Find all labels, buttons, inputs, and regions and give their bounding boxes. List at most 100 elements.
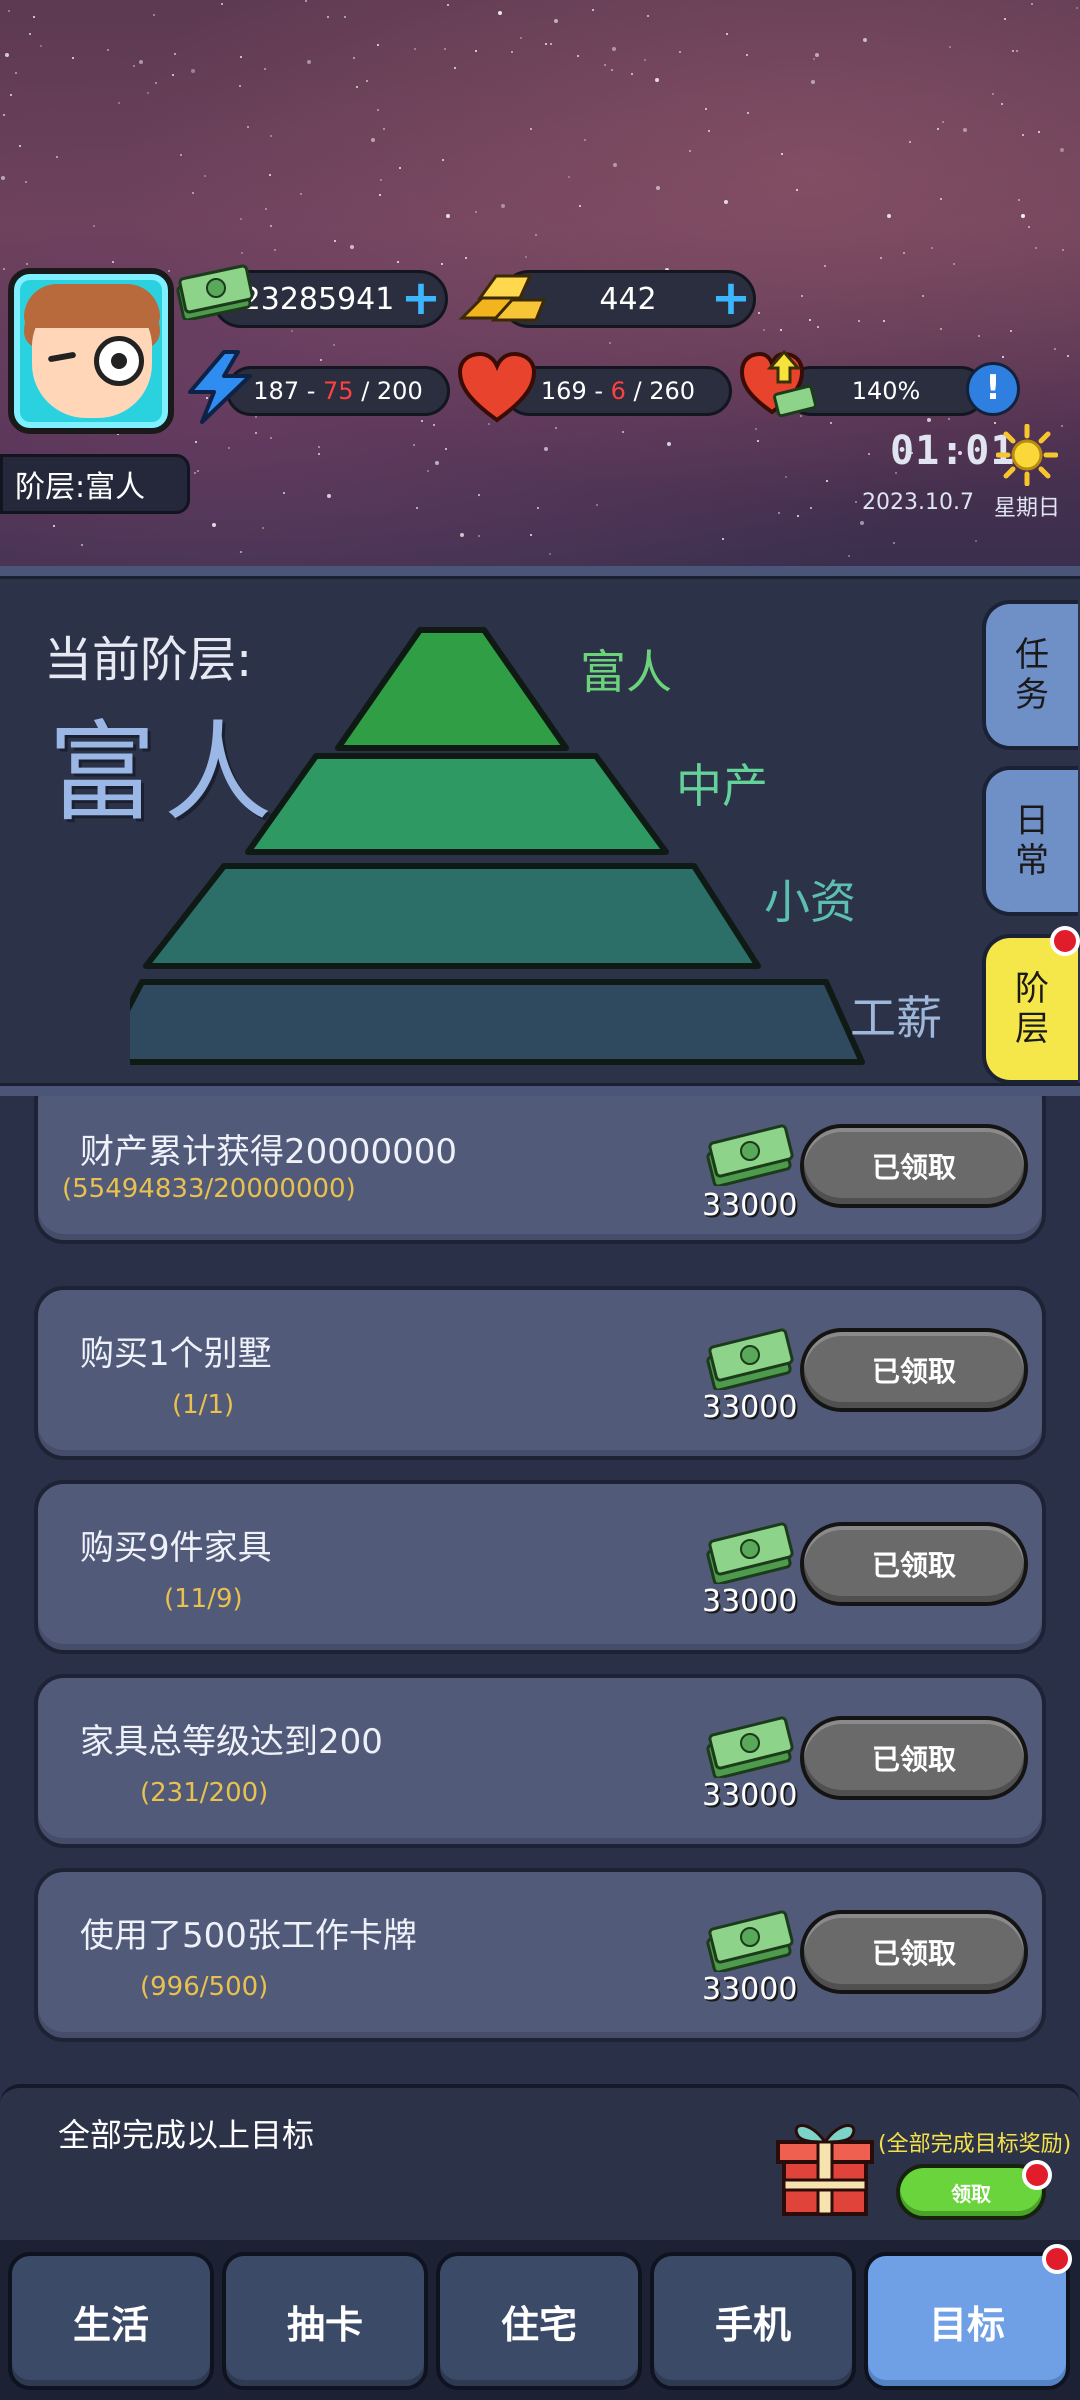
claimed-button[interactable]: 已领取 [800, 1328, 1028, 1412]
star [903, 252, 905, 254]
star [191, 69, 195, 73]
pyramid-tier-petty [143, 863, 761, 969]
nav-tab-phone[interactable]: 手机 [650, 2252, 856, 2390]
star [781, 153, 783, 155]
star [927, 418, 931, 422]
star [978, 335, 980, 337]
nav-tab-house[interactable]: 住宅 [436, 2252, 642, 2390]
reward-amount: 33000 [702, 1390, 798, 1425]
star [153, 14, 155, 16]
pyramid-tier-worker [130, 979, 865, 1065]
info-button[interactable]: ! [966, 362, 1020, 416]
star [1038, 131, 1040, 133]
star [147, 92, 149, 94]
star [535, 234, 537, 236]
nav-tab-life[interactable]: 生活 [8, 2252, 214, 2390]
star [942, 121, 944, 123]
star [133, 65, 135, 67]
add-cash-button[interactable]: + [398, 274, 444, 322]
health-slash: / [625, 377, 650, 405]
star [656, 186, 660, 190]
star [228, 447, 230, 449]
star [813, 58, 815, 60]
star [25, 181, 27, 183]
avatar-bangs [24, 284, 160, 328]
star [139, 60, 143, 64]
nav-tab-gacha[interactable]: 抽卡 [222, 2252, 428, 2390]
star [221, 3, 223, 5]
star [830, 422, 832, 424]
star [265, 208, 267, 210]
side-tab-class[interactable]: 阶层 [982, 934, 1078, 1084]
star [40, 45, 42, 47]
star [26, 263, 28, 265]
energy-display: 187 - 75 / 200 [226, 366, 450, 416]
star [868, 453, 870, 455]
goal-card: 购买9件家具 (11/9) 33000 已领取 [34, 1480, 1046, 1654]
star [1060, 148, 1064, 152]
star [555, 427, 557, 429]
rank-tag: 阶层:富人 [0, 454, 190, 514]
goal-progress: (11/9) [164, 1584, 243, 1614]
star [797, 515, 799, 517]
star [446, 214, 450, 218]
star [858, 320, 860, 322]
star [442, 159, 444, 161]
nav-tab-goals[interactable]: 目标 [864, 2252, 1070, 2390]
star [239, 85, 241, 87]
goal-card: 财产累计获得20000000 (55494833/20000000) 33000… [34, 1096, 1046, 1244]
star [949, 46, 951, 48]
goal-card: 使用了500张工作卡牌 (996/500) 33000 已领取 [34, 1868, 1046, 2042]
star [940, 328, 942, 330]
mood-boost-icon [739, 349, 817, 418]
add-gold-button[interactable]: + [708, 274, 754, 322]
star [53, 525, 55, 527]
star [262, 527, 264, 529]
star [1021, 214, 1025, 218]
star [708, 130, 710, 132]
goal-card: 家具总等级达到200 (231/200) 33000 已领取 [34, 1674, 1046, 1848]
star [520, 37, 522, 39]
claimed-button[interactable]: 已领取 [800, 1716, 1028, 1800]
star [1062, 249, 1064, 251]
star [612, 47, 616, 51]
side-tab-char: 层 [1015, 1009, 1049, 1049]
goal-title: 财产累计获得20000000 [80, 1132, 458, 1172]
cash-reward-icon [706, 1124, 794, 1186]
star [240, 218, 242, 220]
star [192, 192, 194, 194]
star [705, 108, 707, 110]
goal-list[interactable]: 财产累计获得20000000 (55494833/20000000) 33000… [0, 1096, 1080, 2086]
claimed-button[interactable]: 已领取 [800, 1910, 1028, 1994]
claimed-button[interactable]: 已领取 [800, 1522, 1028, 1606]
complete-all-title: 全部完成以上目标 [58, 2116, 315, 2154]
star [270, 225, 272, 227]
bottom-navigation: 生活 抽卡 住宅 手机 目标 [0, 2240, 1080, 2400]
star [240, 56, 242, 58]
star [435, 461, 439, 465]
sun-icon [996, 424, 1058, 486]
side-tab-tasks[interactable]: 任务 [982, 600, 1078, 750]
star [1076, 7, 1078, 9]
gift-box-icon [776, 2124, 874, 2216]
game-weekday: 星期日 [994, 496, 1061, 521]
star [755, 428, 757, 430]
star [545, 43, 547, 45]
star [433, 424, 435, 426]
star [204, 175, 206, 177]
star [554, 19, 558, 23]
star [937, 128, 939, 130]
player-avatar[interactable] [8, 268, 174, 434]
claimed-button[interactable]: 已领取 [800, 1124, 1028, 1208]
star [948, 418, 950, 420]
star [350, 245, 354, 249]
side-tab-daily[interactable]: 日常 [982, 766, 1078, 916]
star [270, 135, 272, 137]
star [963, 128, 967, 132]
cash-reward-icon [706, 1522, 794, 1584]
star [757, 440, 759, 442]
energy-slash: / [353, 377, 377, 405]
star [427, 470, 429, 472]
star [747, 112, 749, 114]
goal-progress: (1/1) [172, 1390, 235, 1420]
